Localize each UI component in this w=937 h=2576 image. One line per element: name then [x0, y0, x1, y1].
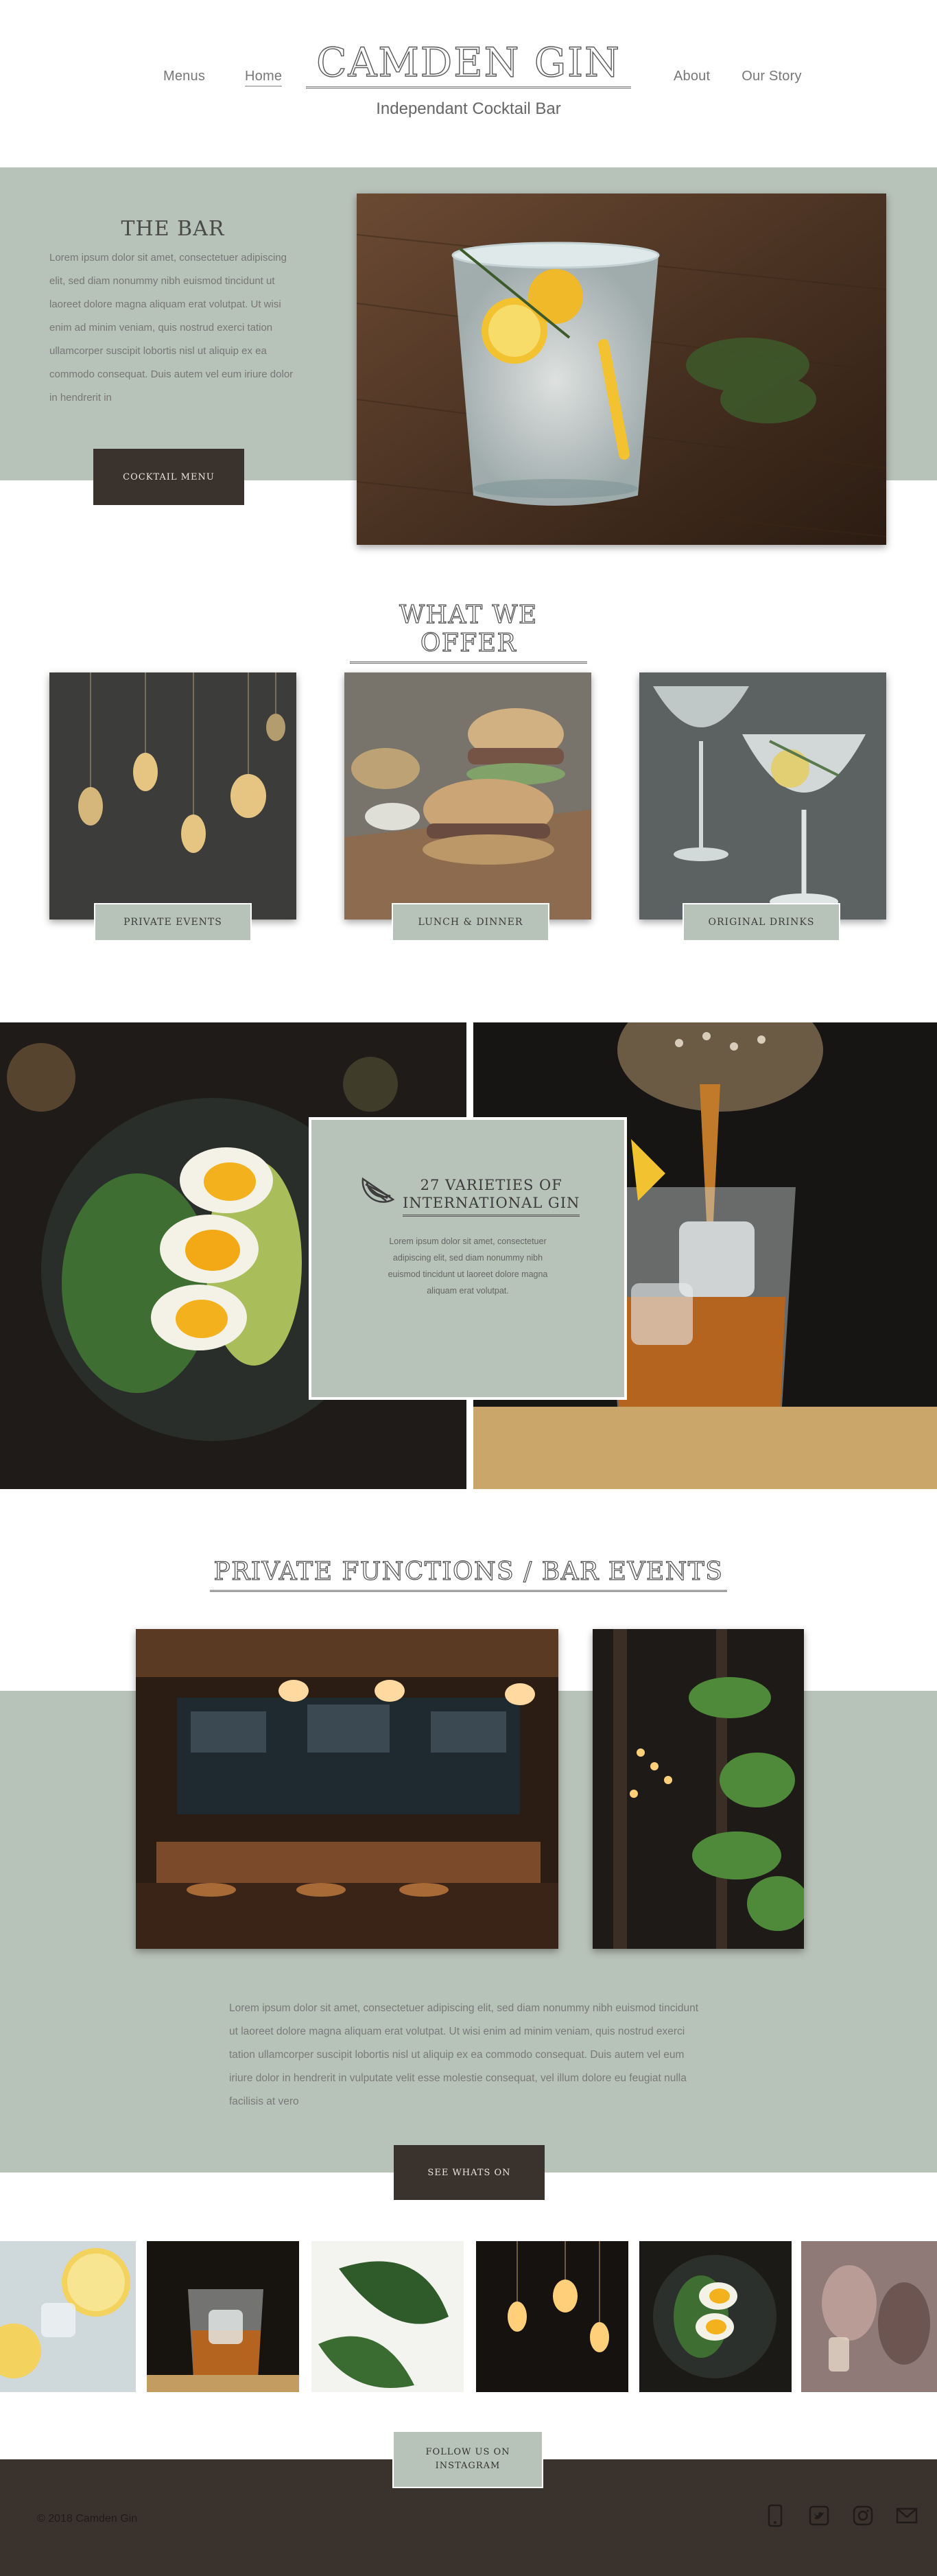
nav-right: About Our Story [674, 69, 802, 84]
copyright-text: © 2018 Camden Gin [37, 2513, 138, 2525]
lunch-dinner-image[interactable] [344, 672, 591, 920]
follow-instagram-label: FOLLOW US ON INSTAGRAM [425, 2446, 510, 2473]
see-whats-on-button[interactable]: SEE WHATS ON [394, 2145, 545, 2200]
gin-glass-image [357, 194, 886, 545]
private-events-image[interactable] [49, 672, 296, 920]
original-drinks-label[interactable]: ORIGINAL DRINKS [683, 903, 840, 941]
nav-about-link[interactable]: About [674, 69, 710, 84]
brand: CAMDEN GIN Independant Cocktail Bar [306, 42, 631, 119]
email-icon[interactable] [894, 2503, 919, 2528]
strip-bulbs-image[interactable] [476, 2241, 628, 2392]
bar-intro: THE BAR Lorem ipsum dolor sit amet, cons… [49, 217, 296, 410]
functions-paragraph: Lorem ipsum dolor sit amet, consectetuer… [229, 2002, 699, 2107]
nav-left: Menus Home [163, 69, 283, 86]
gin-varieties-title-line1: 27 VARIETIES OF [420, 1177, 562, 1193]
lemon-slice-icon [361, 1177, 394, 1203]
strip-eggs-image[interactable] [639, 2241, 792, 2392]
nav-our-story-link[interactable]: Our Story [742, 69, 801, 84]
gin-varieties-card: 27 VARIETIES OF INTERNATIONAL GIN Lorem … [309, 1117, 627, 1400]
nav-menus-link[interactable]: Menus [163, 69, 205, 86]
strip-whiskey-image[interactable] [147, 2241, 299, 2392]
brand-logo[interactable]: CAMDEN GIN [306, 42, 631, 89]
cocktail-menu-button[interactable]: COCKTAIL MENU [93, 449, 244, 505]
follow-line1: FOLLOW US ON [425, 2447, 510, 2457]
twitter-icon[interactable] [807, 2503, 831, 2528]
site-header: Menus Home CAMDEN GIN Independant Cockta… [0, 0, 937, 167]
brand-tagline: Independant Cocktail Bar [376, 99, 561, 118]
gin-varieties-title-line2: INTERNATIONAL GIN [403, 1195, 580, 1211]
phone-icon[interactable] [763, 2503, 787, 2528]
original-drinks-image[interactable] [639, 672, 886, 920]
private-functions-heading: PRIVATE FUNCTIONS / BAR EVENTS [210, 1557, 727, 1592]
gin-varieties-title: 27 VARIETIES OF INTERNATIONAL GIN [403, 1176, 580, 1217]
lunch-dinner-label[interactable]: LUNCH & DINNER [392, 903, 549, 941]
strip-lemon-image[interactable] [0, 2241, 136, 2392]
follow-instagram-button[interactable]: FOLLOW US ON INSTAGRAM [392, 2431, 543, 2488]
gin-varieties-text: Lorem ipsum dolor sit amet, consectetuer… [388, 1237, 548, 1296]
private-events-label[interactable]: PRIVATE EVENTS [94, 903, 252, 941]
bar-paragraph: Lorem ipsum dolor sit amet, consectetuer… [49, 252, 294, 403]
bar-plants-image [593, 1629, 804, 1949]
strip-people-image[interactable] [801, 2241, 937, 2392]
bar-title: THE BAR [121, 217, 225, 241]
strip-monstera-image[interactable] [311, 2241, 464, 2392]
nav-home-link[interactable]: Home [245, 69, 283, 86]
follow-line2: INSTAGRAM [435, 2461, 501, 2471]
what-we-offer-heading: WHAT WE OFFER [350, 600, 587, 664]
bar-interior-image [136, 1629, 558, 1949]
social-links [763, 2503, 919, 2528]
instagram-icon[interactable] [851, 2503, 875, 2528]
